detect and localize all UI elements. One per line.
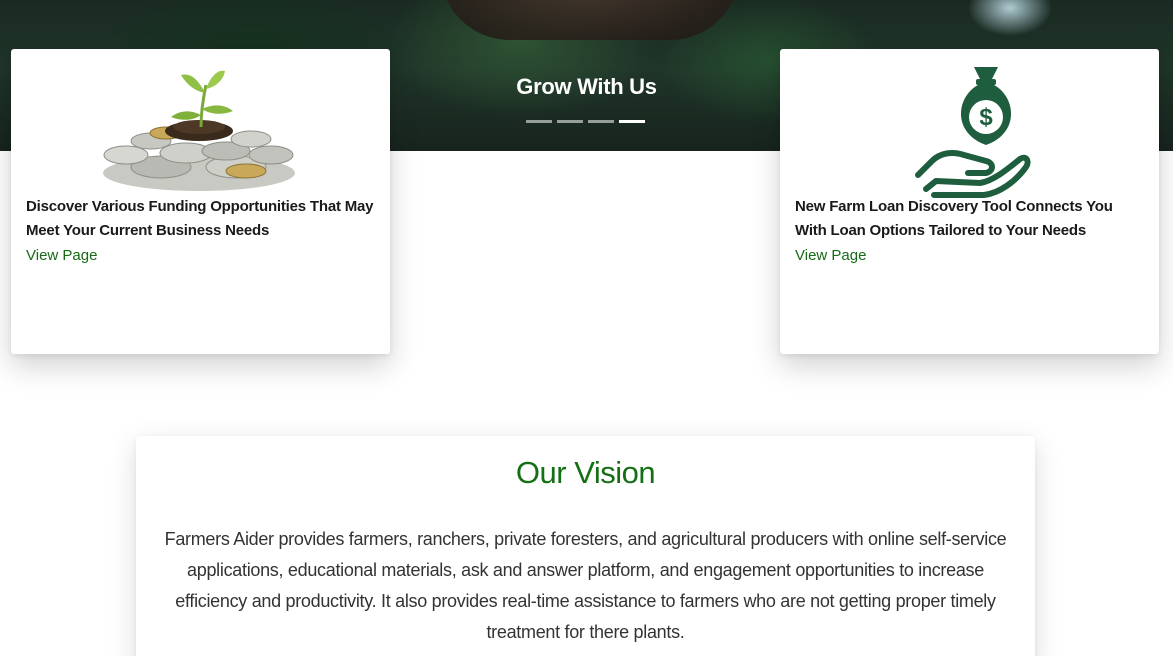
hero-background-image bbox=[440, 0, 740, 40]
carousel-dot-1[interactable] bbox=[526, 120, 552, 123]
money-bag-hand-icon: $ bbox=[915, 67, 1031, 198]
svg-text:$: $ bbox=[979, 104, 993, 131]
vision-title: Our Vision bbox=[515, 455, 656, 490]
coins-with-seedling-image bbox=[103, 70, 295, 191]
vision-description: Farmers Aider provides farmers, ranchers… bbox=[164, 529, 1007, 642]
card-title: New Farm Loan Discovery Tool Connects Yo… bbox=[795, 198, 1113, 239]
page: Grow With Us Discover Various Funding Op… bbox=[0, 0, 1173, 656]
carousel-dot-4[interactable] bbox=[619, 120, 645, 123]
carousel-indicators bbox=[526, 120, 645, 123]
view-page-link[interactable]: View Page bbox=[26, 246, 97, 266]
farm-loan-card: $ New Farm Loan Discovery Tool Connects … bbox=[780, 49, 1159, 354]
carousel-dot-3[interactable] bbox=[588, 120, 614, 123]
carousel-dot-2[interactable] bbox=[557, 120, 583, 123]
vision-section: Our Vision Farmers Aider provides farmer… bbox=[136, 436, 1035, 656]
funding-card: Discover Various Funding Opportunities T… bbox=[11, 49, 390, 354]
card-title: Discover Various Funding Opportunities T… bbox=[26, 198, 374, 239]
view-page-link[interactable]: View Page bbox=[795, 246, 866, 266]
